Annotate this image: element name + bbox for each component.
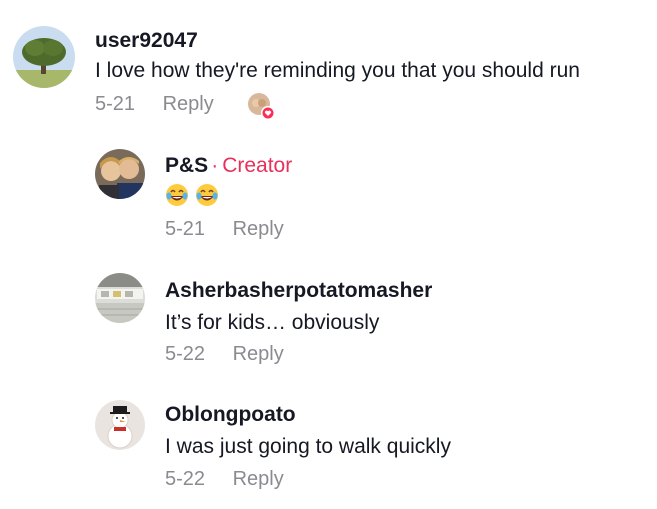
- comment-username[interactable]: user92047: [95, 29, 198, 53]
- comment-meta: 5-22 Reply: [165, 468, 284, 491]
- reply-button[interactable]: Reply: [233, 468, 284, 490]
- comment-text: It’s for kids… obviously: [165, 311, 380, 334]
- avatar[interactable]: [13, 26, 75, 88]
- keyboard-photo-avatar-image: [95, 273, 145, 323]
- comment-date: 5-22: [165, 468, 206, 490]
- comment-meta: 5-21 Reply: [95, 93, 214, 116]
- reply-button[interactable]: Reply: [233, 343, 284, 365]
- comment-date: 5-22: [165, 343, 206, 365]
- snowman-photo-avatar-image: [95, 400, 145, 450]
- laughing-crying-emoji-icon: [166, 184, 188, 207]
- comment-item: P&S · Creator 5-21 Reply: [0, 130, 657, 252]
- comment-date: 5-21: [95, 93, 136, 115]
- creator-username[interactable]: P&S: [165, 154, 208, 177]
- comment-meta: 5-22 Reply: [165, 343, 284, 366]
- comment-username: P&S · Creator: [165, 154, 292, 178]
- reply-button[interactable]: Reply: [163, 93, 214, 115]
- tree-avatar-image: [13, 26, 75, 88]
- comment-username[interactable]: Asherbasherpotatomasher: [165, 279, 432, 303]
- comment-date: 5-21: [165, 218, 206, 240]
- creator-badge: Creator: [222, 154, 293, 177]
- comment-text: I love how they're reminding you that yo…: [95, 59, 580, 82]
- creator-liked-heart-icon: [247, 92, 275, 120]
- comment-item: Oblongpoato I was just going to walk qui…: [0, 380, 657, 509]
- avatar[interactable]: [95, 149, 145, 199]
- avatar[interactable]: [95, 273, 145, 323]
- avatar[interactable]: [95, 400, 145, 450]
- laughing-crying-emoji-icon: [196, 184, 218, 207]
- comment-text: I was just going to walk quickly: [165, 435, 451, 458]
- comment-username[interactable]: Oblongpoato: [165, 403, 296, 427]
- comment-emojis: [165, 183, 225, 207]
- creator-separator: ·: [211, 154, 219, 177]
- couple-photo-avatar-image: [95, 149, 145, 199]
- comment-item: Asherbasherpotatomasher It’s for kids… o…: [0, 252, 657, 380]
- comment-item: user92047 I love how they're reminding y…: [0, 0, 657, 130]
- reply-button[interactable]: Reply: [233, 218, 284, 240]
- comment-meta: 5-21 Reply: [165, 218, 284, 241]
